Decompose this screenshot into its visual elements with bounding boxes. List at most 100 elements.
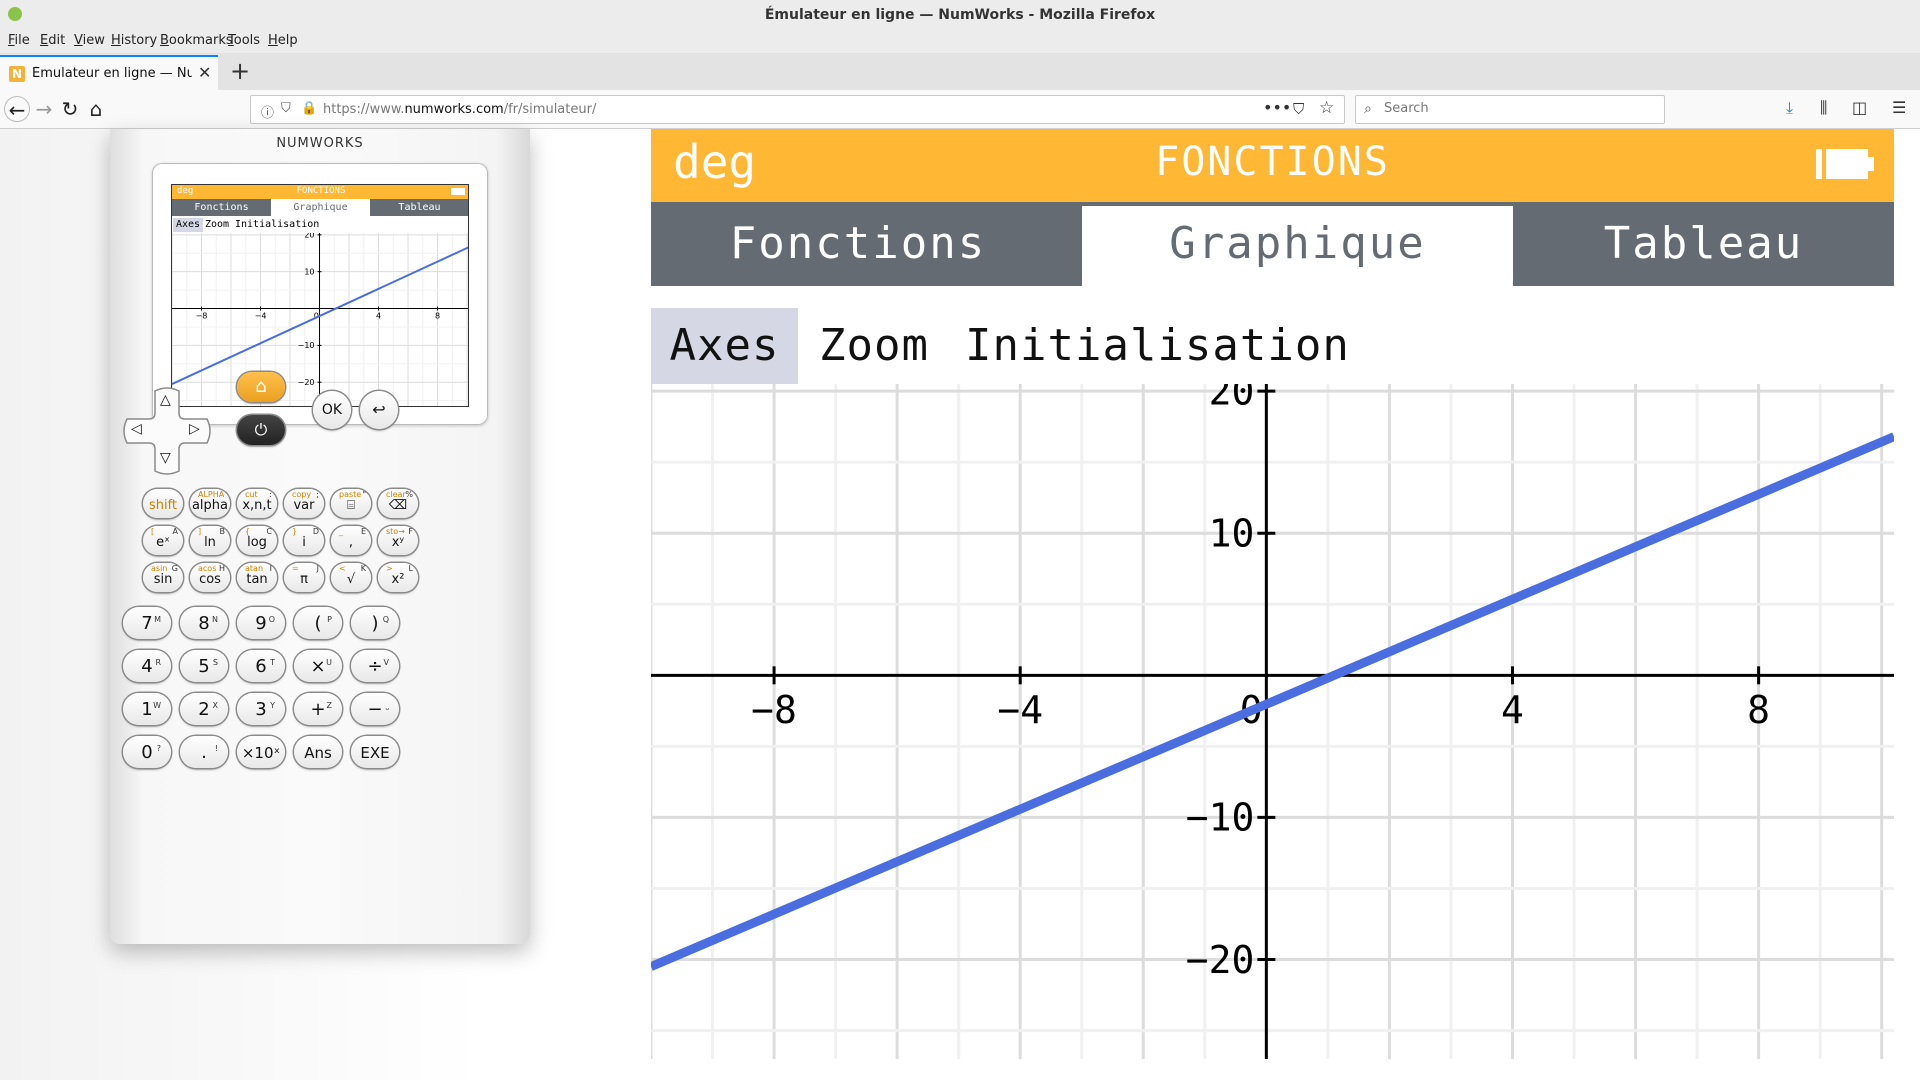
tracking-shield-icon[interactable]: ⛉ (281, 101, 291, 116)
dpad-left-icon[interactable]: ◁ (131, 421, 142, 437)
home-key[interactable]: ⌂ (237, 372, 285, 402)
new-tab-button[interactable]: + (230, 57, 250, 85)
menu-axes[interactable]: Axes (651, 308, 798, 384)
menu-bookmarks[interactable]: Bookmarks (160, 33, 233, 48)
back-key[interactable]: ↩ (360, 391, 398, 429)
key-shift-label: [ (151, 527, 155, 536)
url-text[interactable]: https://www.numworks.com/fr/simulateur/ (323, 102, 596, 117)
key-shift-label: ALPHA (198, 490, 225, 499)
home-button[interactable]: ⌂ (83, 96, 109, 122)
num-key-0-1[interactable]: 8N (180, 607, 228, 639)
pocket-icon[interactable]: ⛉ (1293, 100, 1304, 118)
key-2-4[interactable]: √ < K (331, 563, 371, 592)
key-0-4[interactable]: ⌸ paste " (331, 489, 371, 518)
num-key-0-4[interactable]: ) Q (351, 607, 399, 639)
key-2-3[interactable]: π = J (284, 563, 324, 592)
tab-close-icon[interactable]: ✕ (198, 63, 211, 82)
search-bar[interactable]: ⌕ (1355, 95, 1665, 124)
hamburger-menu-icon[interactable]: ☰ (1892, 98, 1906, 117)
mini-menu-axes: Axes (173, 218, 204, 232)
brand-logo: NUMWORKS (276, 136, 364, 151)
dpad-down-icon[interactable]: ▽ (160, 450, 171, 466)
menu-tools[interactable]: Tools (228, 33, 260, 48)
num-key-2-1[interactable]: 2X (180, 693, 228, 725)
menu-history[interactable]: History (111, 33, 157, 48)
function-graph[interactable]: −8 −4 0 4 82010−10−20 (651, 384, 1894, 1059)
key-1-5[interactable]: xʸ sto→ F (378, 526, 418, 555)
key-alpha-label: ! (214, 744, 218, 753)
menu-file[interactable]: File (8, 33, 30, 48)
key-alpha-label: R (155, 658, 161, 667)
key-2-1[interactable]: cos acos H (190, 563, 230, 592)
menu-help[interactable]: Help (268, 33, 298, 48)
key-alpha-label: ? (156, 744, 161, 753)
lock-icon[interactable]: 🔒 (301, 101, 317, 116)
key-2-5[interactable]: x² > L (378, 563, 418, 592)
num-key-1-4[interactable]: ÷ V (351, 650, 399, 682)
forward-button[interactable]: → (31, 96, 57, 122)
key-1-3[interactable]: i} D (284, 526, 324, 555)
search-input[interactable] (1384, 101, 1644, 116)
key-label: + (310, 699, 326, 720)
tab-tableau[interactable]: Tableau (1513, 202, 1894, 286)
key-1-2[interactable]: log{C (237, 526, 277, 555)
num-key-2-0[interactable]: 1W (123, 693, 171, 725)
key-0-3[interactable]: var copy; (284, 489, 324, 518)
key-0-2[interactable]: x,n,t cut: (237, 489, 277, 518)
library-icon[interactable]: ⫼ (1820, 98, 1827, 118)
key-2-2[interactable]: tan atan I (237, 563, 277, 592)
browser-tab[interactable]: N Émulateur en ligne — NumWorks ✕ (0, 55, 218, 90)
num-key-3-0[interactable]: 0? (123, 736, 171, 768)
key-0-1[interactable]: alpha ALPHA (190, 489, 230, 518)
key-2-0[interactable]: sin asin G (143, 563, 183, 592)
menu-initialisation[interactable]: Initialisation (965, 308, 1350, 384)
menu-zoom[interactable]: Zoom (819, 308, 929, 384)
battery-icon (1816, 149, 1874, 179)
key-1-0[interactable]: eˣ[A (143, 526, 183, 555)
num-key-1-0[interactable]: 4R (123, 650, 171, 682)
numworks-favicon-icon: N (9, 66, 25, 82)
info-icon[interactable]: ⓘ (261, 102, 274, 121)
num-key-1-3[interactable]: × U (294, 650, 342, 682)
num-key-3-1[interactable]: .! (180, 736, 228, 768)
num-key-0-0[interactable]: 7M (123, 607, 171, 639)
reload-button[interactable]: ↻ (57, 96, 83, 122)
ok-key[interactable]: OK (313, 391, 351, 429)
key-label: 0 (141, 742, 153, 763)
num-key-2-4[interactable]: − ⎵ (351, 693, 399, 725)
num-key-3-2[interactable]: ×10ˣ (237, 736, 285, 768)
tab-graphique[interactable]: Graphique (1082, 206, 1513, 286)
back-button[interactable]: ← (4, 96, 30, 122)
y-tick-label: −10 (1186, 796, 1255, 840)
key-label: 9 (255, 613, 267, 634)
downloads-icon[interactable]: ⤓ (1786, 98, 1793, 118)
menu-edit[interactable]: Edit (40, 33, 65, 48)
dpad-up-icon[interactable]: △ (160, 392, 171, 408)
num-key-1-2[interactable]: 6T (237, 650, 285, 682)
x-tick-label: −8 (751, 688, 797, 732)
num-key-1-1[interactable]: 5S (180, 650, 228, 682)
key-0-0[interactable]: shift (143, 489, 183, 518)
key-0-5[interactable]: ⌫ clear% (378, 489, 418, 518)
key-1-1[interactable]: ln] B (190, 526, 230, 555)
sidebar-icon[interactable]: ◫ (1852, 98, 1867, 117)
url-bar[interactable]: ⓘ ⛉ 🔒 https://www.numworks.com/fr/simula… (250, 95, 1345, 124)
page-actions-icon[interactable]: ••• (1263, 98, 1291, 117)
num-key-2-2[interactable]: 3Y (237, 693, 285, 725)
tab-fonctions[interactable]: Fonctions (651, 202, 1065, 286)
num-key-0-2[interactable]: 9O (237, 607, 285, 639)
key-1-4[interactable]: , _ E (331, 526, 371, 555)
key-alpha-label: M (154, 615, 161, 624)
window-close-dot[interactable] (8, 7, 22, 21)
power-key[interactable]: ⏻ (237, 415, 285, 445)
num-key-3-4[interactable]: EXE (351, 736, 399, 768)
menu-view[interactable]: View (74, 33, 105, 48)
num-key-3-3[interactable]: Ans (294, 736, 342, 768)
dpad-right-icon[interactable]: ▷ (189, 421, 200, 437)
num-key-0-3[interactable]: (P (294, 607, 342, 639)
num-key-2-3[interactable]: + Z (294, 693, 342, 725)
key-alpha-label: O (268, 615, 275, 624)
bookmark-star-icon[interactable]: ☆ (1319, 98, 1334, 118)
calculator-body: NUMWORKS deg FONCTIONS Fonctions Graphiq… (110, 129, 530, 944)
y-tick-label: 20 (1209, 384, 1255, 413)
